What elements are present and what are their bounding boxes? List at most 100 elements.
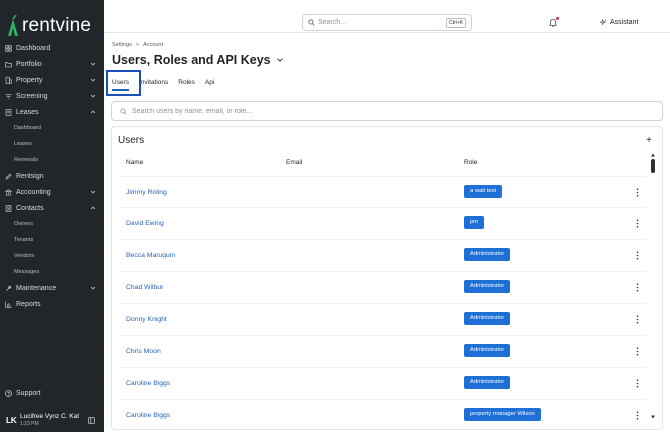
breadcrumb: Settings > Account bbox=[112, 42, 163, 48]
global-search[interactable]: Search... Ctrl+K bbox=[302, 14, 472, 31]
role-badge: Administrator bbox=[464, 344, 511, 357]
sidebar-item-contacts[interactable]: Contacts bbox=[0, 200, 104, 216]
chevron-up-icon[interactable] bbox=[90, 205, 96, 211]
table-row[interactable]: Jimmy Roling a wait test bbox=[119, 176, 646, 208]
collapse-sidebar-icon[interactable] bbox=[88, 417, 95, 424]
column-header-role[interactable]: Role bbox=[464, 159, 477, 166]
table-scrollbar[interactable] bbox=[651, 153, 655, 423]
sidebar-item-label: Reports bbox=[16, 300, 41, 308]
user-name-link[interactable]: Chad Wilbur bbox=[126, 284, 163, 291]
sidebar-item-leases[interactable]: Leases bbox=[0, 104, 104, 120]
chevron-down-icon[interactable] bbox=[90, 77, 96, 83]
sidebar-item-dashboard[interactable]: Dashboard bbox=[0, 40, 104, 56]
sidebar-item-screening[interactable]: Screening bbox=[0, 88, 104, 104]
search-placeholder: Search... bbox=[318, 19, 347, 26]
user-name-link[interactable]: Caroline Biggs bbox=[126, 380, 170, 387]
scroll-up-icon[interactable] bbox=[651, 153, 655, 157]
top-bar: Search... Ctrl+K Assistant bbox=[104, 0, 670, 33]
sidebar-subitem-tenants[interactable]: Tenants bbox=[0, 232, 104, 248]
column-header-email[interactable]: Email bbox=[286, 159, 302, 166]
role-badge: Administrator bbox=[464, 280, 511, 293]
tab-invitations[interactable]: Invitations bbox=[139, 78, 168, 92]
document-icon bbox=[5, 108, 12, 116]
scroll-down-icon[interactable] bbox=[651, 415, 655, 419]
notification-badge bbox=[556, 17, 559, 20]
breadcrumb-separator: > bbox=[135, 42, 140, 48]
user-search-input[interactable] bbox=[132, 107, 632, 115]
support-label: Support bbox=[16, 390, 41, 397]
role-badge: Administrator bbox=[464, 376, 511, 389]
column-header-name[interactable]: Name bbox=[126, 159, 143, 166]
user-time: 1:23 PM bbox=[20, 421, 39, 427]
more-vertical-icon[interactable] bbox=[636, 315, 639, 324]
sidebar-subitem-renewals[interactable]: Renewals bbox=[0, 152, 104, 168]
support-link[interactable]: Support bbox=[5, 390, 41, 397]
user-name-link[interactable]: Jimmy Roling bbox=[126, 189, 167, 196]
bank-icon bbox=[5, 188, 12, 195]
sidebar-item-maintenance[interactable]: Maintenance bbox=[0, 280, 104, 296]
sidebar-item-label: Maintenance bbox=[16, 284, 57, 292]
contacts-icon bbox=[5, 204, 12, 212]
page-title-text: Users, Roles and API Keys bbox=[112, 53, 271, 67]
user-name-link[interactable]: Caroline Biggs bbox=[126, 412, 170, 419]
user-name-link[interactable]: Donny Knight bbox=[126, 316, 167, 323]
grid-icon bbox=[5, 44, 12, 52]
more-vertical-icon[interactable] bbox=[636, 379, 639, 388]
add-user-button[interactable]: + bbox=[646, 135, 652, 146]
chevron-down-icon[interactable] bbox=[90, 61, 96, 67]
chevron-up-icon[interactable] bbox=[90, 109, 96, 115]
help-circle-icon bbox=[5, 390, 12, 397]
sidebar-subitem-vendors[interactable]: Vendors bbox=[0, 248, 104, 264]
sidebar-item-label: Accounting bbox=[16, 188, 51, 196]
table-row[interactable]: Caroline Biggs property manager Wilson bbox=[119, 400, 646, 429]
sidebar-subitem-leases[interactable]: Leases bbox=[0, 136, 104, 152]
sidebar-subitem-messages[interactable]: Messages bbox=[0, 264, 104, 280]
more-vertical-icon[interactable] bbox=[636, 251, 639, 260]
tab-api[interactable]: Api bbox=[205, 78, 214, 92]
table-row[interactable]: Donny Knight Administrator bbox=[119, 304, 646, 336]
logo[interactable]: rentvine bbox=[7, 14, 91, 38]
breadcrumb-account[interactable]: Account bbox=[143, 42, 163, 48]
sparkle-icon bbox=[600, 19, 607, 26]
rentvine-logo-icon bbox=[8, 15, 18, 36]
more-vertical-icon[interactable] bbox=[636, 188, 639, 197]
sidebar-item-label: Dashboard bbox=[16, 44, 51, 52]
sidebar-item-label: Contacts bbox=[16, 204, 44, 212]
sidebar-subitem-owners[interactable]: Owners bbox=[0, 216, 104, 232]
user-name-link[interactable]: Becca Maruquin bbox=[126, 252, 175, 259]
breadcrumb-settings[interactable]: Settings bbox=[112, 42, 132, 48]
assistant-button[interactable]: Assistant bbox=[600, 19, 638, 26]
wrench-icon bbox=[6, 284, 12, 291]
sidebar-subitem-dashboard[interactable]: Dashboard bbox=[0, 120, 104, 136]
sidebar-item-rentsign[interactable]: Rentsign bbox=[0, 168, 104, 184]
tab-roles[interactable]: Roles bbox=[178, 78, 195, 92]
scrollbar-thumb[interactable] bbox=[651, 159, 655, 173]
more-vertical-icon[interactable] bbox=[636, 411, 639, 420]
user-name-link[interactable]: David Ewing bbox=[126, 220, 164, 227]
table-row[interactable]: Chris Moon Administrator bbox=[119, 336, 646, 368]
sidebar-item-portfolio[interactable]: Portfolio bbox=[0, 56, 104, 72]
table-row[interactable]: Becca Maruquin Administrator bbox=[119, 240, 646, 272]
chevron-down-icon[interactable] bbox=[90, 285, 96, 291]
table-row[interactable]: Caroline Biggs Administrator bbox=[119, 368, 646, 400]
sidebar-item-reports[interactable]: Reports bbox=[0, 296, 104, 312]
user-name-link[interactable]: Chris Moon bbox=[126, 348, 161, 355]
sidebar: rentvine Dashboard Portfolio Property Scree… bbox=[0, 0, 104, 432]
avatar: LK bbox=[6, 415, 17, 425]
sidebar-item-label: Rentsign bbox=[16, 172, 44, 180]
more-vertical-icon[interactable] bbox=[636, 219, 639, 228]
more-vertical-icon[interactable] bbox=[636, 347, 639, 356]
sidebar-item-accounting[interactable]: Accounting bbox=[0, 184, 104, 200]
user-filter[interactable] bbox=[111, 101, 663, 121]
chevron-down-icon[interactable] bbox=[90, 93, 96, 99]
table-row[interactable]: David Ewing pm bbox=[119, 208, 646, 240]
page-title[interactable]: Users, Roles and API Keys bbox=[112, 53, 284, 67]
chevron-down-icon[interactable] bbox=[90, 189, 96, 195]
more-vertical-icon[interactable] bbox=[636, 283, 639, 292]
pen-icon bbox=[5, 173, 12, 179]
sidebar-item-property[interactable]: Property bbox=[0, 72, 104, 88]
table-row[interactable]: Chad Wilbur Administrator bbox=[119, 272, 646, 304]
user-profile[interactable]: LK Lucifree Vynz C. Kat 1:23 PM bbox=[0, 408, 104, 432]
user-name: Lucifree Vynz C. Kat bbox=[20, 413, 80, 420]
users-card-title: Users bbox=[118, 135, 145, 146]
